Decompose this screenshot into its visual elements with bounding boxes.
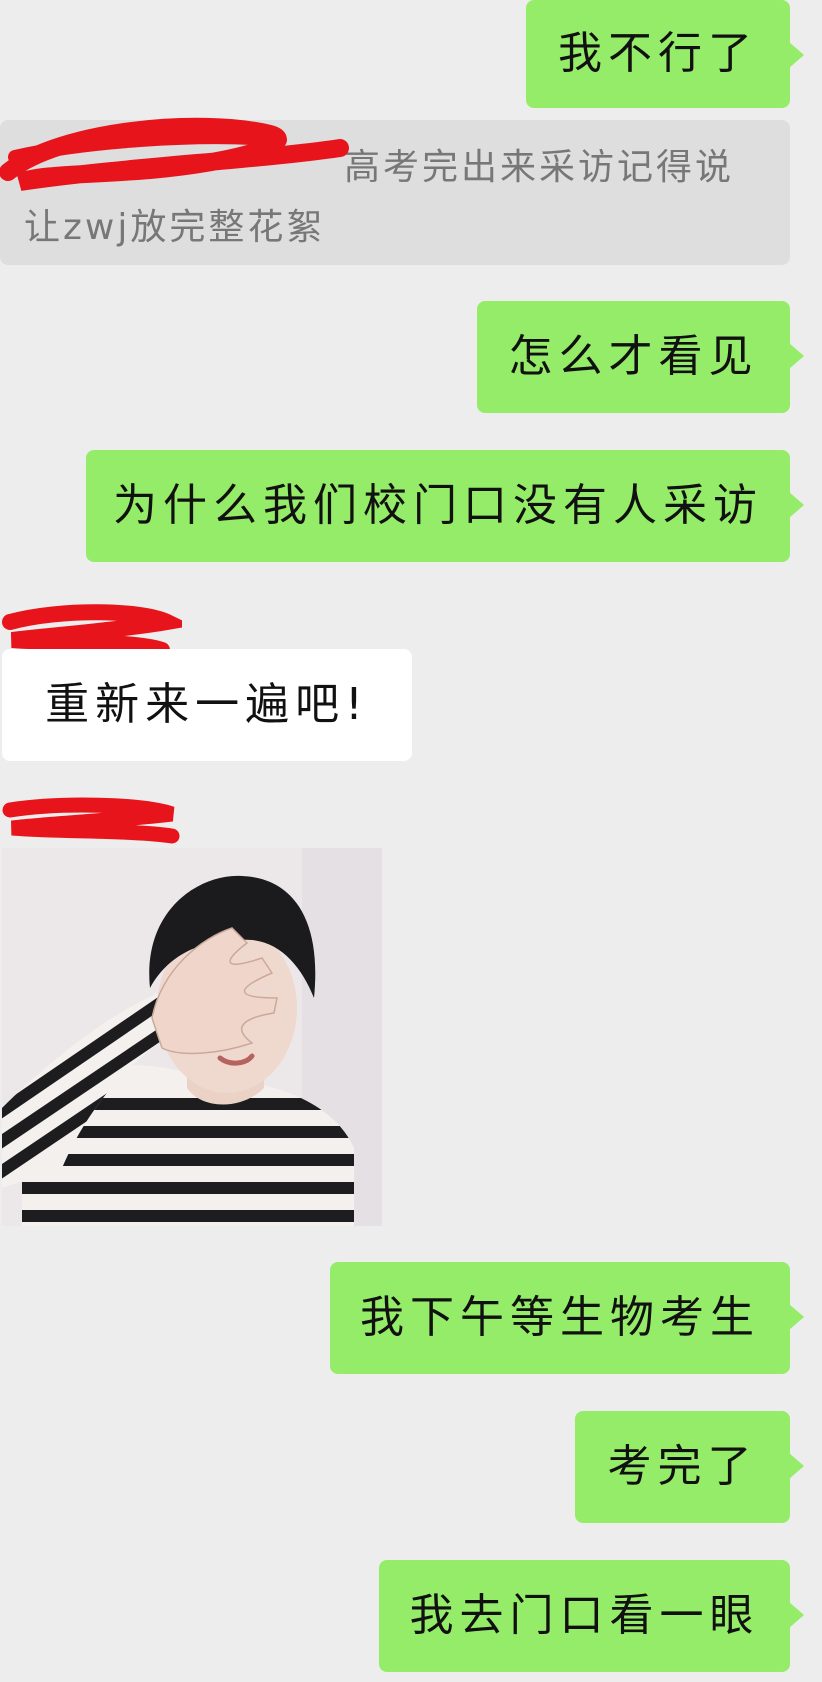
sent-message-bubble[interactable]: 我不行了 [526,0,804,108]
message-text: 我不行了 [558,28,758,79]
redaction-scribble [0,117,349,191]
message-text: 为什么我们校门口没有人采访 [113,480,763,531]
message-text: 我去门口看一眼 [409,1590,760,1641]
message-text: 怎么才看见 [508,331,759,382]
message-text: 考完了 [607,1441,758,1492]
sent-message-bubble[interactable]: 我去门口看一眼 [379,1560,804,1672]
received-message-bubble[interactable]: 重新来一遍吧! [2,649,412,761]
sent-message-bubble[interactable]: 怎么才看见 [477,301,804,413]
bubble-tail [789,343,804,369]
bubble-tail [789,42,804,68]
bubble-tail [789,1304,804,1330]
sent-message-bubble[interactable]: 考完了 [575,1411,804,1523]
person-covering-face-sticker-icon [2,848,382,1226]
sent-message-bubble[interactable]: 为什么我们校门口没有人采访 [86,450,804,562]
bubble-tail [789,492,804,518]
sticker-image[interactable] [2,848,382,1226]
sent-message-bubble[interactable]: 我下午等生物考生 [330,1262,804,1374]
message-text: 重新来一遍吧! [45,679,369,730]
quote-text-line2: 让zwj放完整花絮 [24,207,326,248]
bubble-tail [789,1453,804,1479]
bubble-tail [789,1602,804,1628]
quote-text-line1: 高考完出来采访记得说 [344,147,735,188]
redacted-sender-name [2,797,180,844]
message-text: 我下午等生物考生 [360,1292,760,1343]
